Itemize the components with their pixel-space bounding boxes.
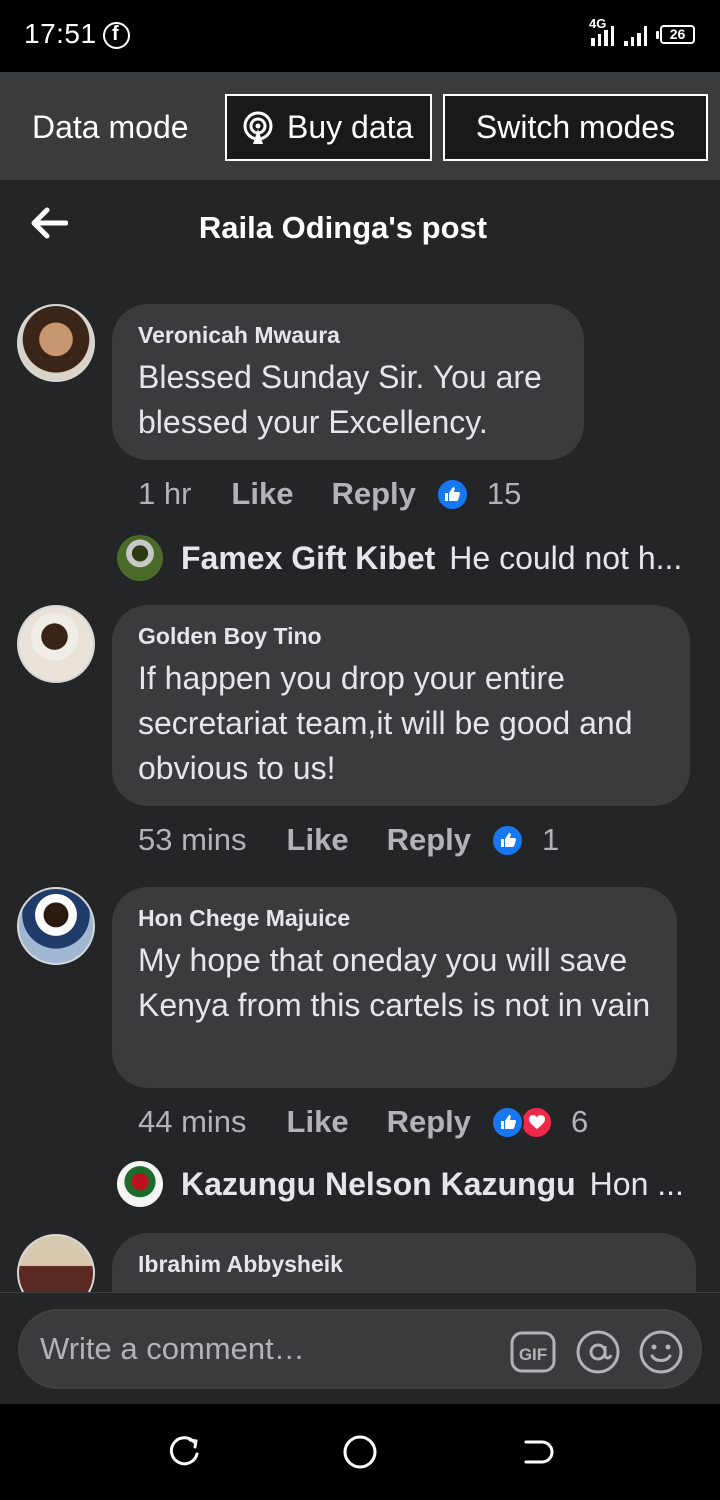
avatar[interactable] xyxy=(17,304,95,382)
comment-actions: 53 mins Like Reply 1 xyxy=(138,822,559,858)
reply-button[interactable]: Reply xyxy=(387,822,471,858)
comment-author[interactable]: Hon Chege Majuice xyxy=(138,905,651,932)
like-reaction-icon xyxy=(491,1105,524,1139)
data-mode-label: Data mode xyxy=(32,109,189,145)
comment-input-box[interactable]: GIF xyxy=(18,1309,702,1389)
comment-text: My hope that oneday you will save Kenya … xyxy=(138,942,651,1023)
comments-list: Veronicah Mwaura Blessed Sunday Sir. You… xyxy=(0,276,720,1292)
gif-icon-label: GIF xyxy=(519,1345,547,1364)
status-time: 17:51 xyxy=(24,18,97,49)
reply-preview[interactable]: Kazungu Nelson Kazungu Hon ... xyxy=(117,1161,684,1207)
love-reaction-icon xyxy=(520,1105,553,1139)
switch-modes-label: Switch modes xyxy=(475,109,676,145)
comment-actions: 1 hr Like Reply 15 xyxy=(138,476,521,512)
comment-bubble: Hon Chege Majuice My hope that oneday yo… xyxy=(112,887,677,1088)
comment-author[interactable]: Golden Boy Tino xyxy=(138,623,664,650)
recent-apps-icon[interactable] xyxy=(166,1434,202,1470)
comment-author[interactable]: Veronicah Mwaura xyxy=(138,322,558,349)
mention-icon[interactable] xyxy=(575,1329,621,1375)
facebook-notification-icon: f xyxy=(103,22,130,49)
back-nav-icon[interactable] xyxy=(518,1434,554,1470)
comment-author[interactable]: Ibrahim Abbysheik xyxy=(138,1251,670,1278)
comment-input[interactable] xyxy=(40,1329,480,1369)
buy-data-button[interactable]: Buy data xyxy=(225,94,432,161)
page-title: Raila Odinga's post xyxy=(198,210,488,245)
comment-time[interactable]: 1 hr xyxy=(138,476,191,512)
buy-data-label: Buy data xyxy=(287,109,414,145)
status-bar: 17:51 f 4G 26 xyxy=(0,0,720,72)
data-mode-bar: Data mode Buy data Switch modes xyxy=(0,72,720,180)
reactions[interactable] xyxy=(435,477,469,511)
like-button[interactable]: Like xyxy=(287,822,349,858)
signal-icon-2 xyxy=(624,26,647,46)
reaction-count: 15 xyxy=(486,476,522,511)
reply-text: He could not h... xyxy=(449,539,683,576)
broadcast-icon xyxy=(243,111,273,144)
avatar xyxy=(117,1161,163,1207)
comment-bubble: Golden Boy Tino If happen you drop your … xyxy=(112,605,690,806)
avatar[interactable] xyxy=(17,605,95,683)
comment-text: Blessed Sunday Sir. You are blessed your… xyxy=(138,359,542,440)
reaction-count: 1 xyxy=(542,822,560,857)
switch-modes-button[interactable]: Switch modes xyxy=(443,94,708,161)
comment-composer: GIF xyxy=(0,1292,720,1404)
reactions[interactable] xyxy=(491,823,524,857)
comment-bubble: Ibrahim Abbysheik xyxy=(112,1233,696,1292)
reaction-count: 6 xyxy=(571,1104,589,1139)
reply-author: Kazungu Nelson Kazungu xyxy=(181,1165,576,1202)
reply-button[interactable]: Reply xyxy=(387,1104,471,1140)
emoji-icon[interactable] xyxy=(638,1329,684,1375)
reply-preview[interactable]: Famex Gift Kibet He could not h... xyxy=(117,535,682,581)
like-button[interactable]: Like xyxy=(287,1104,349,1140)
battery-icon: 26 xyxy=(656,25,695,44)
home-icon[interactable] xyxy=(342,1434,378,1470)
comment-text: If happen you drop your entire secretari… xyxy=(138,660,633,786)
comment-time[interactable]: 44 mins xyxy=(138,1104,247,1140)
reply-text: Hon ... xyxy=(589,1165,684,1202)
gif-icon[interactable]: GIF xyxy=(510,1329,556,1375)
avatar xyxy=(117,535,163,581)
post-header: Raila Odinga's post xyxy=(0,180,720,276)
reply-button[interactable]: Reply xyxy=(331,476,415,512)
reply-author: Famex Gift Kibet xyxy=(181,539,436,576)
signal-icon xyxy=(591,26,614,46)
reactions[interactable] xyxy=(491,1105,553,1139)
avatar[interactable] xyxy=(17,887,95,965)
comment-bubble: Veronicah Mwaura Blessed Sunday Sir. You… xyxy=(112,304,584,460)
like-reaction-icon xyxy=(435,477,469,511)
like-reaction-icon xyxy=(491,823,524,857)
comment-actions: 44 mins Like Reply 6 xyxy=(138,1104,588,1140)
avatar[interactable] xyxy=(17,1234,95,1292)
like-button[interactable]: Like xyxy=(231,476,293,512)
system-navigation-bar xyxy=(0,1404,720,1500)
comment-time[interactable]: 53 mins xyxy=(138,822,247,858)
